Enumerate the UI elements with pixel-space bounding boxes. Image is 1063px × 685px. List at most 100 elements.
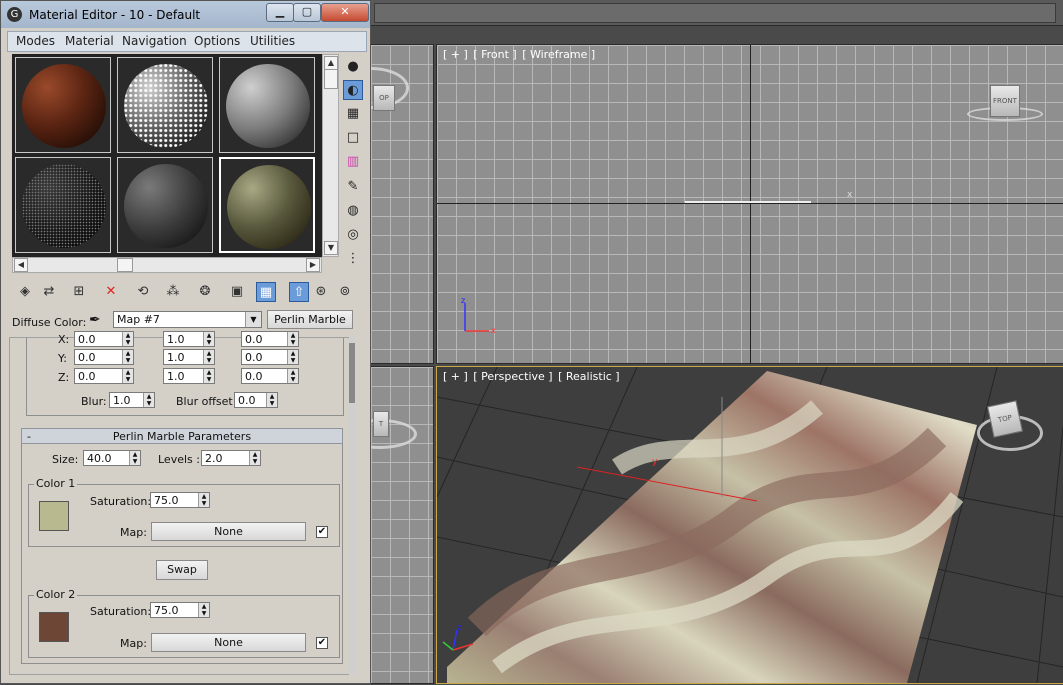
color2-map-button[interactable]: None xyxy=(151,633,306,652)
minimize-button[interactable]: ▁ xyxy=(266,3,294,22)
sample-slot[interactable] xyxy=(219,57,315,153)
show-map-in-viewport-icon[interactable]: ▣ xyxy=(227,282,247,302)
perspective-viewport[interactable]: y [ + ] [ Perspective ] [ Realistic ] TO… xyxy=(436,366,1063,684)
chevron-down-icon[interactable]: ▼ xyxy=(245,312,261,327)
left-viewcube[interactable]: T xyxy=(373,411,389,437)
assign-material-icon[interactable]: ⊞ xyxy=(69,282,89,302)
angle-y-spinner[interactable]: 0.0 ▲ ▼ xyxy=(241,349,299,365)
angle-x-spinner[interactable]: 0.0 ▲ ▼ xyxy=(241,331,299,347)
reset-map-icon[interactable]: ✕ xyxy=(101,282,121,302)
map-name-dropdown[interactable]: Map #7 ▼ xyxy=(113,311,262,328)
top-strip-bar xyxy=(374,3,1056,23)
tiling-z-spinner[interactable]: 1.0 ▲ ▼ xyxy=(163,368,215,384)
front-viewport-label[interactable]: [ + ] [ Front ] [ Wireframe ] xyxy=(443,48,597,61)
blur-offset-spinner[interactable]: 0.0 ▲ ▼ xyxy=(234,392,278,408)
front-viewport[interactable]: [ + ] [ Front ] [ Wireframe ] x FRONT z … xyxy=(436,44,1063,364)
make-preview-icon[interactable]: ✎ xyxy=(343,177,363,197)
title-bar[interactable]: G Material Editor - 10 - Default ▁ ▢ ✕ xyxy=(1,1,370,28)
angle-z-spinner[interactable]: 0.0 ▲ ▼ xyxy=(241,368,299,384)
color2-saturation-spinner[interactable]: 75.0 ▲ ▼ xyxy=(150,602,210,618)
tiling-x-spinner[interactable]: 1.0 ▲ ▼ xyxy=(163,331,215,347)
left-viewport[interactable]: T xyxy=(370,366,434,684)
levels-spinner[interactable]: 2.0 ▲ ▼ xyxy=(201,450,261,466)
show-end-result-icon[interactable]: ▦ xyxy=(256,282,276,302)
offset-x-spinner[interactable]: 0.0 ▲ ▼ xyxy=(74,331,134,347)
scroll-thumb[interactable] xyxy=(324,69,338,89)
video-color-check-icon[interactable]: ▥ xyxy=(343,152,363,172)
put-material-icon[interactable]: ⇄ xyxy=(39,282,59,302)
scroll-right-icon[interactable]: ▶ xyxy=(306,258,320,272)
offset-z-spinner[interactable]: 0.0 ▲ ▼ xyxy=(74,368,134,384)
backlight-icon[interactable]: ◐ xyxy=(343,80,363,100)
panel-scroll-thumb[interactable] xyxy=(349,343,355,403)
perspective-viewport-label[interactable]: [ + ] [ Perspective ] [ Realistic ] xyxy=(443,370,622,383)
sample-slot-active[interactable] xyxy=(219,157,315,253)
material-map-navigator-icon[interactable]: ⋮ xyxy=(343,249,363,269)
color1-swatch[interactable] xyxy=(39,501,69,531)
color1-map-checkbox[interactable]: ✔ xyxy=(316,526,328,538)
swap-button[interactable]: Swap xyxy=(156,560,208,580)
scroll-thumb[interactable] xyxy=(117,258,133,272)
viewcube[interactable]: OP xyxy=(373,85,395,111)
svg-text:y: y xyxy=(652,457,658,467)
scroll-down-icon[interactable]: ▼ xyxy=(324,241,338,255)
sample-slot[interactable] xyxy=(117,157,213,253)
menu-options[interactable]: Options xyxy=(194,34,240,48)
top-viewport[interactable]: OP xyxy=(370,44,434,364)
menu-navigation[interactable]: Navigation xyxy=(122,34,187,48)
color2-map-checkbox[interactable]: ✔ xyxy=(316,637,328,649)
sample-type-sphere-icon[interactable]: ● xyxy=(343,57,363,77)
go-to-parent-icon[interactable]: ⇧ xyxy=(289,282,309,302)
select-by-material-icon[interactable]: ◎ xyxy=(343,225,363,245)
color2-title: Color 2 xyxy=(34,588,78,601)
viewport-top-strip xyxy=(370,0,1063,26)
blur-spinner[interactable]: 1.0 ▲ ▼ xyxy=(109,392,155,408)
maximize-button[interactable]: ▢ xyxy=(293,3,321,22)
background-checker-icon[interactable]: ▦ xyxy=(343,104,363,124)
go-forward-to-sibling-icon[interactable]: ⊛ xyxy=(311,282,331,302)
slots-horizontal-scrollbar[interactable]: ◀ ▶ xyxy=(12,257,322,273)
color2-swatch[interactable] xyxy=(39,612,69,642)
make-unique-icon[interactable]: ⟲ xyxy=(133,282,153,302)
menu-modes[interactable]: Modes xyxy=(16,34,55,48)
panel-scrollbar[interactable] xyxy=(349,337,355,675)
front-axis-tripod-icon: z x xyxy=(461,296,496,335)
sample-slot[interactable] xyxy=(15,57,111,153)
size-spinner[interactable]: 40.0 ▲ ▼ xyxy=(83,450,141,466)
options-icon[interactable]: ◍ xyxy=(343,201,363,221)
coord-y-label: Y: xyxy=(58,352,67,365)
sample-slot[interactable] xyxy=(15,157,111,253)
perspective-viewcube[interactable]: TOP xyxy=(987,400,1023,438)
material-id-channel-icon[interactable]: ❂ xyxy=(195,282,215,302)
perspective-axis-tripod-icon: z xyxy=(442,623,474,651)
front-viewcube[interactable]: FRONT xyxy=(990,85,1020,117)
scroll-left-icon[interactable]: ◀ xyxy=(14,258,28,272)
svg-text:x: x xyxy=(491,326,496,335)
offset-y-spinner[interactable]: 0.0 ▲ ▼ xyxy=(74,349,134,365)
color1-map-button[interactable]: None xyxy=(151,522,306,541)
perlin-marble-rollout-header[interactable]: - Perlin Marble Parameters xyxy=(21,428,343,444)
close-button[interactable]: ✕ xyxy=(321,3,369,22)
eyedropper-icon[interactable]: ✒ xyxy=(89,312,101,328)
size-label: Size: xyxy=(52,453,79,466)
color1-saturation-spinner[interactable]: 75.0 ▲ ▼ xyxy=(150,492,210,508)
sample-sphere xyxy=(227,165,311,249)
front-axis-x-label: x xyxy=(847,190,853,200)
put-to-library-icon[interactable]: ⁂ xyxy=(163,282,183,302)
3ds-max-logo-icon: G xyxy=(7,7,22,22)
map-name-value: Map #7 xyxy=(117,313,160,326)
perspective-scene: y xyxy=(437,367,1063,683)
slots-vertical-scrollbar[interactable]: ▲ ▼ xyxy=(322,54,339,257)
sample-uv-tiling-icon[interactable]: □ xyxy=(343,128,363,148)
scroll-up-icon[interactable]: ▲ xyxy=(324,56,338,70)
rollout-title: Perlin Marble Parameters xyxy=(112,430,252,443)
get-material-icon[interactable]: ◈ xyxy=(15,282,35,302)
pick-material-icon[interactable]: ⊚ xyxy=(335,282,355,302)
menu-utilities[interactable]: Utilities xyxy=(250,34,295,48)
sample-slot[interactable] xyxy=(117,57,213,153)
tiling-y-spinner[interactable]: 1.0 ▲ ▼ xyxy=(163,349,215,365)
map-type-button[interactable]: Perlin Marble xyxy=(267,310,353,329)
material-editor-window[interactable]: G Material Editor - 10 - Default ▁ ▢ ✕ M… xyxy=(0,0,371,684)
menu-material[interactable]: Material xyxy=(65,34,114,48)
sample-sphere xyxy=(22,64,106,148)
